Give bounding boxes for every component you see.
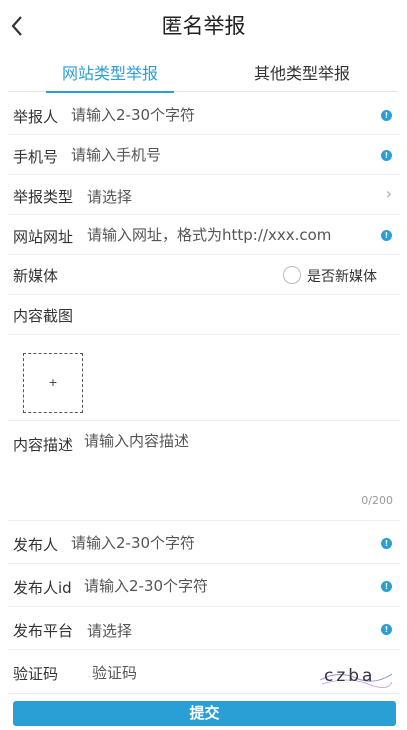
- description-char-counter: 0/200: [361, 494, 393, 507]
- publisher-id-row: 发布人id !: [8, 564, 400, 607]
- publisher-input[interactable]: [71, 532, 361, 554]
- info-icon[interactable]: !: [381, 110, 392, 121]
- new-media-row: 新媒体 是否新媒体: [8, 255, 400, 295]
- reporter-label: 举报人: [13, 108, 59, 126]
- chevron-right-icon: ›: [385, 184, 392, 203]
- screenshot-row: 内容截图: [8, 295, 400, 335]
- publisher-id-label: 发布人id: [13, 579, 72, 597]
- screenshot-label: 内容截图: [13, 307, 74, 325]
- captcha-label: 验证码: [13, 665, 59, 683]
- report-type-select[interactable]: 举报类型 请选择 ›: [8, 175, 400, 215]
- page-title: 匿名举报: [161, 14, 246, 38]
- description-textarea[interactable]: [84, 430, 384, 490]
- phone-input[interactable]: [71, 144, 361, 166]
- publisher-id-input[interactable]: [84, 575, 364, 597]
- info-icon[interactable]: !: [381, 624, 392, 635]
- description-label: 内容描述: [13, 436, 74, 454]
- submit-button[interactable]: 提交: [13, 701, 396, 726]
- info-icon[interactable]: !: [381, 150, 392, 161]
- tab-other-report[interactable]: 其他类型举报: [238, 58, 366, 92]
- report-type-value: 请选择: [87, 188, 133, 206]
- tab-website-report[interactable]: 网站类型举报: [46, 58, 174, 93]
- publisher-row: 发布人 !: [8, 521, 400, 564]
- phone-row: 手机号 !: [8, 135, 400, 175]
- info-icon[interactable]: !: [381, 581, 392, 592]
- image-upload-button[interactable]: +: [23, 353, 83, 413]
- report-type-label: 举报类型: [13, 188, 74, 206]
- captcha-image[interactable]: czba: [318, 662, 394, 688]
- reporter-input[interactable]: [71, 104, 361, 126]
- platform-label: 发布平台: [13, 622, 74, 640]
- captcha-text: czba: [324, 666, 375, 686]
- website-row: 网站网址 !: [8, 215, 400, 255]
- website-label: 网站网址: [13, 228, 74, 246]
- tab-bar: 网站类型举报 其他类型举报: [8, 58, 398, 93]
- platform-select[interactable]: 发布平台 请选择 !: [8, 607, 400, 650]
- new-media-label: 新媒体: [13, 267, 59, 285]
- phone-label: 手机号: [13, 148, 59, 166]
- new-media-radio[interactable]: [283, 266, 301, 284]
- website-input[interactable]: [87, 224, 377, 246]
- publisher-label: 发布人: [13, 536, 59, 554]
- reporter-row: 举报人 !: [8, 96, 400, 135]
- platform-value: 请选择: [87, 622, 133, 640]
- info-icon[interactable]: !: [381, 538, 392, 549]
- new-media-option-label[interactable]: 是否新媒体: [307, 266, 377, 286]
- header-bar: 匿名举报: [0, 0, 407, 52]
- info-icon[interactable]: !: [381, 230, 392, 241]
- captcha-input[interactable]: [92, 662, 292, 684]
